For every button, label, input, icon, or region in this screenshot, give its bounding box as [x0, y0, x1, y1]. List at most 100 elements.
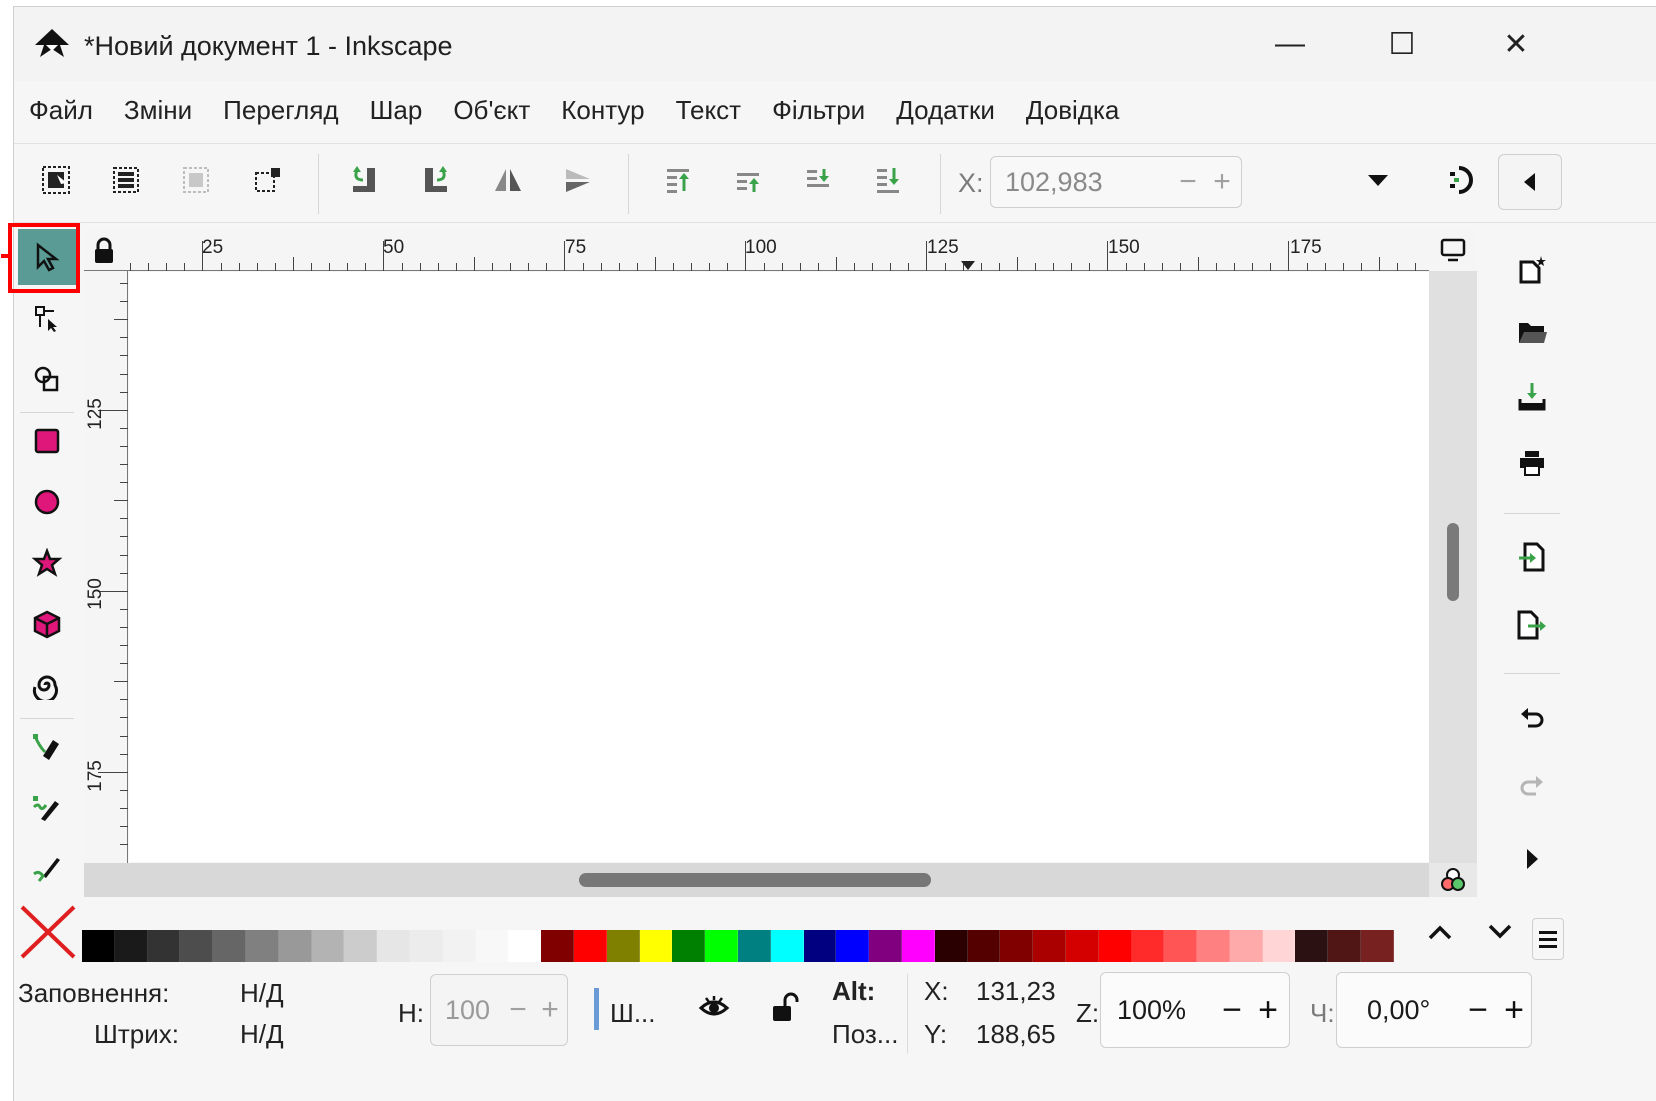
color-swatch[interactable]: [836, 930, 870, 962]
close-button[interactable]: ✕: [1486, 21, 1546, 67]
select-all-layers-icon[interactable]: [102, 156, 150, 204]
color-swatch[interactable]: [639, 930, 673, 962]
zoom-out-button[interactable]: −: [1215, 985, 1249, 1035]
color-swatch[interactable]: [1229, 930, 1263, 962]
menu-text[interactable]: Текст: [676, 91, 755, 130]
menu-object[interactable]: Об'єкт: [453, 91, 544, 130]
3d-box-tool[interactable]: [18, 596, 76, 652]
opacity-field[interactable]: 100 − +: [430, 974, 568, 1046]
calligraphy-tool[interactable]: [18, 841, 76, 897]
color-swatch[interactable]: [541, 930, 574, 962]
color-swatch[interactable]: [377, 930, 410, 962]
menu-layer[interactable]: Шар: [370, 91, 437, 130]
increment-button[interactable]: +: [1205, 157, 1239, 207]
menu-filters[interactable]: Фільтри: [772, 91, 879, 130]
color-swatch[interactable]: [1098, 930, 1132, 962]
color-swatch[interactable]: [869, 930, 902, 962]
visibility-eye-icon[interactable]: [698, 994, 734, 1026]
color-swatch[interactable]: [770, 930, 804, 962]
collapse-panel-button[interactable]: [1498, 154, 1562, 210]
raise-to-top-icon[interactable]: [654, 156, 702, 204]
scroll-palette-down-icon[interactable]: [1486, 922, 1516, 946]
color-swatch[interactable]: [737, 930, 771, 962]
scroll-palette-up-icon[interactable]: [1426, 922, 1456, 946]
dropdown-arrow-icon[interactable]: [1354, 156, 1402, 204]
color-swatch[interactable]: [475, 930, 509, 962]
drawing-canvas[interactable]: [129, 272, 1429, 862]
color-swatch[interactable]: [1164, 930, 1198, 962]
snap-toggle-icon[interactable]: [1438, 156, 1486, 204]
pen-tool[interactable]: [18, 719, 76, 775]
rotate-ccw-icon[interactable]: [342, 156, 390, 204]
color-swatch[interactable]: [901, 930, 935, 962]
rotate-cw-icon[interactable]: [412, 156, 460, 204]
color-swatch[interactable]: [573, 930, 607, 962]
import-icon[interactable]: [1504, 529, 1560, 585]
undo-icon[interactable]: [1504, 691, 1560, 747]
select-same-icon[interactable]: [244, 156, 292, 204]
decrement-button[interactable]: −: [501, 985, 535, 1035]
color-swatch[interactable]: [803, 930, 837, 962]
horizontal-scrollbar[interactable]: [84, 863, 1429, 897]
flip-vertical-icon[interactable]: [554, 156, 602, 204]
redo-icon[interactable]: [1504, 759, 1560, 815]
x-coordinate-field[interactable]: 102,983 − +: [990, 156, 1242, 208]
rectangle-tool[interactable]: [18, 413, 76, 469]
color-swatch[interactable]: [1033, 930, 1066, 962]
menu-edit[interactable]: Зміни: [124, 91, 206, 130]
rotation-field[interactable]: 0,00° − +: [1336, 972, 1532, 1048]
color-swatch[interactable]: [1131, 930, 1165, 962]
rotate-cw-button[interactable]: +: [1497, 985, 1531, 1035]
vertical-scrollbar[interactable]: [1429, 271, 1477, 863]
export-icon[interactable]: [1504, 597, 1560, 653]
color-swatch[interactable]: [1197, 930, 1230, 962]
color-swatch[interactable]: [82, 930, 115, 962]
color-swatch[interactable]: [705, 930, 738, 962]
display-mode-icon[interactable]: [1429, 229, 1477, 271]
color-swatch[interactable]: [1065, 930, 1099, 962]
node-tool[interactable]: [18, 290, 76, 346]
color-swatch[interactable]: [114, 930, 148, 962]
raise-icon[interactable]: [724, 156, 772, 204]
no-paint-swatch[interactable]: [18, 903, 78, 961]
zoom-field[interactable]: 100% − +: [1100, 972, 1290, 1048]
pencil-tool[interactable]: [18, 780, 76, 836]
color-swatch[interactable]: [213, 930, 246, 962]
deselect-icon[interactable]: [172, 156, 220, 204]
color-swatch[interactable]: [967, 930, 1001, 962]
color-management-icon[interactable]: [1429, 863, 1477, 897]
more-commands-icon[interactable]: [1504, 831, 1560, 887]
maximize-button[interactable]: ☐: [1372, 21, 1432, 67]
select-all-icon[interactable]: [32, 156, 80, 204]
color-swatch[interactable]: [311, 930, 345, 962]
color-swatch[interactable]: [409, 930, 443, 962]
menu-help[interactable]: Довідка: [1026, 91, 1134, 130]
flip-horizontal-icon[interactable]: [484, 156, 532, 204]
vertical-scroll-thumb[interactable]: [1447, 523, 1459, 601]
color-swatch[interactable]: [147, 930, 181, 962]
star-tool[interactable]: [18, 535, 76, 591]
color-swatch[interactable]: [672, 930, 706, 962]
open-icon[interactable]: [1504, 305, 1560, 361]
color-swatch[interactable]: [245, 930, 279, 962]
color-swatch[interactable]: [508, 930, 542, 962]
spiral-tool[interactable]: [18, 657, 76, 713]
color-swatch[interactable]: [1295, 930, 1329, 962]
color-swatch[interactable]: [278, 930, 312, 962]
menu-extensions[interactable]: Додатки: [896, 91, 1009, 130]
menu-file[interactable]: Файл: [29, 91, 107, 130]
color-swatch[interactable]: [606, 930, 640, 962]
minimize-button[interactable]: —: [1260, 21, 1320, 67]
menu-path[interactable]: Контур: [561, 91, 658, 130]
horizontal-scroll-thumb[interactable]: [579, 873, 931, 887]
color-swatch[interactable]: [180, 930, 214, 962]
color-swatch[interactable]: [934, 930, 968, 962]
color-swatch[interactable]: [1328, 930, 1362, 962]
save-icon[interactable]: [1504, 369, 1560, 425]
new-document-icon[interactable]: [1504, 241, 1560, 297]
ellipse-tool[interactable]: [18, 474, 76, 530]
decrement-button[interactable]: −: [1171, 157, 1205, 207]
menu-view[interactable]: Перегляд: [223, 91, 352, 130]
rotate-ccw-button[interactable]: −: [1461, 985, 1495, 1035]
color-swatch[interactable]: [1262, 930, 1296, 962]
